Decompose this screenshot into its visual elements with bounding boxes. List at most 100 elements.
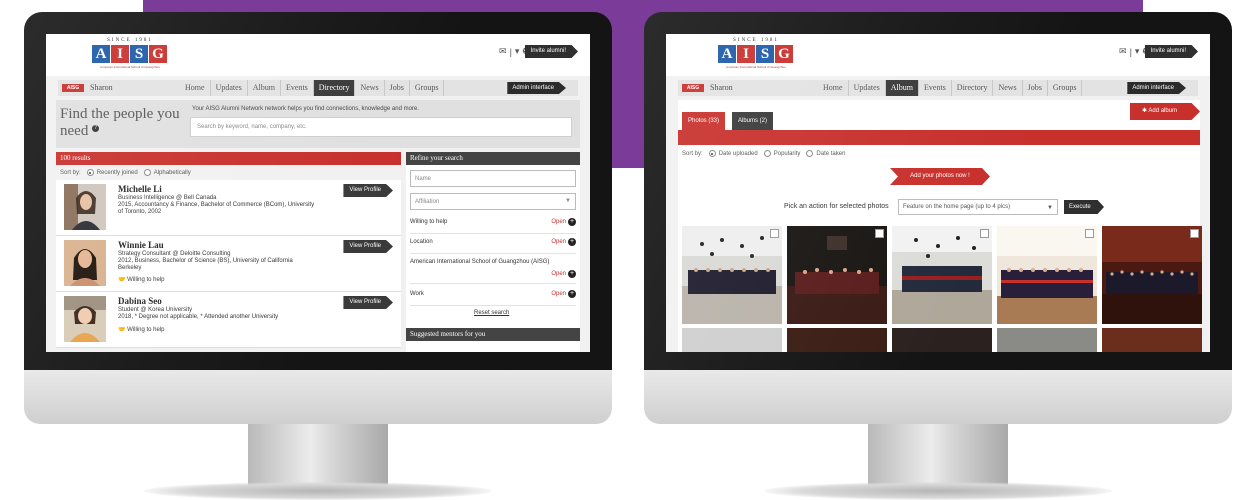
dropdown-icon[interactable]: ▾ bbox=[515, 46, 520, 57]
sort-popularity[interactable]: Popularity bbox=[763, 150, 800, 158]
nav-album[interactable]: Album bbox=[248, 80, 282, 96]
album-photo[interactable] bbox=[997, 226, 1097, 324]
profile-photo[interactable] bbox=[64, 240, 106, 286]
result-name[interactable]: Dabina Seo bbox=[118, 296, 162, 306]
filter-label: Work bbox=[410, 291, 424, 297]
dropdown-icon[interactable]: ▾ bbox=[1135, 46, 1140, 57]
radio-selected-icon bbox=[86, 169, 94, 177]
album-red-band bbox=[678, 133, 1200, 145]
mail-icon[interactable]: ✉ bbox=[1119, 46, 1127, 57]
nav-groups[interactable]: Groups bbox=[410, 80, 445, 96]
nav-album[interactable]: Album bbox=[885, 80, 920, 96]
album-photo-partial[interactable] bbox=[682, 328, 782, 352]
monitor-stand bbox=[248, 424, 388, 488]
plus-circle-icon[interactable]: + bbox=[568, 218, 576, 226]
nav-directory[interactable]: Directory bbox=[952, 80, 994, 96]
sort-date-uploaded[interactable]: Date uploaded bbox=[708, 150, 758, 158]
filter-school[interactable]: American International School of Guangzh… bbox=[410, 256, 576, 284]
monitor-album: SINCE 1981 A I S G American Internationa… bbox=[644, 12, 1232, 500]
nav-updates[interactable]: Updates bbox=[211, 80, 248, 96]
aisg-logo[interactable]: SINCE 1981 A I S G American Internationa… bbox=[90, 38, 170, 72]
album-photo[interactable] bbox=[892, 226, 992, 324]
nav-home[interactable]: Home bbox=[818, 80, 849, 96]
nav-user-name[interactable]: Sharon bbox=[710, 83, 733, 92]
logo-subtitle: American International School of Guangzh… bbox=[100, 65, 160, 69]
nav-news[interactable]: News bbox=[355, 80, 385, 96]
sort-option-label: Recently joined bbox=[96, 170, 138, 177]
nav-updates[interactable]: Updates bbox=[849, 80, 886, 96]
album-photo-partial[interactable] bbox=[892, 328, 992, 352]
profile-photo[interactable] bbox=[64, 296, 106, 342]
nav-events[interactable]: Events bbox=[919, 80, 952, 96]
nav-jobs[interactable]: Jobs bbox=[385, 80, 410, 96]
nav-user-name[interactable]: Sharon bbox=[90, 83, 113, 92]
monitor-chin bbox=[644, 370, 1232, 424]
tab-photos[interactable]: Photos (33) bbox=[682, 112, 726, 130]
view-profile-button[interactable]: View Profile bbox=[343, 184, 393, 197]
view-profile-button[interactable]: View Profile bbox=[343, 296, 393, 309]
sort-label: Sort by: bbox=[60, 170, 81, 176]
filter-open-link[interactable]: Open bbox=[551, 288, 566, 300]
name-filter-input[interactable]: Name bbox=[410, 170, 576, 187]
nav-events[interactable]: Events bbox=[281, 80, 314, 96]
add-photos-button[interactable]: Add your photos now ! bbox=[890, 168, 990, 185]
album-photo[interactable] bbox=[1102, 226, 1202, 324]
album-photo-partial[interactable] bbox=[997, 328, 1097, 352]
radio-icon bbox=[763, 150, 771, 158]
add-album-button[interactable]: ✱ Add album bbox=[1130, 103, 1200, 120]
nav-news[interactable]: News bbox=[993, 80, 1023, 96]
aisg-logo[interactable]: SINCE 1981 A I S G American Internationa… bbox=[716, 38, 796, 72]
filter-work[interactable]: Work Open + bbox=[410, 288, 576, 306]
filter-open-link[interactable]: Open bbox=[551, 268, 566, 280]
album-photo-partial[interactable] bbox=[1102, 328, 1202, 352]
logo-since: SINCE 1981 bbox=[107, 38, 153, 43]
suggested-mentors-title: Suggested mentors for you bbox=[406, 328, 580, 341]
admin-interface-button[interactable]: Admin interface bbox=[507, 82, 566, 94]
nav-home[interactable]: Home bbox=[180, 80, 211, 96]
help-icon[interactable]: ? bbox=[92, 125, 100, 132]
invite-alumni-button[interactable]: Invite alumni! bbox=[1144, 45, 1198, 58]
invite-alumni-button[interactable]: Invite alumni! bbox=[524, 45, 578, 58]
tab-albums[interactable]: Albums (2) bbox=[732, 112, 774, 130]
result-detail: Berkeley bbox=[118, 265, 142, 271]
nav-jobs[interactable]: Jobs bbox=[1023, 80, 1048, 96]
willing-label: Willing to help bbox=[127, 277, 165, 283]
affiliation-select[interactable]: Affiliation ▼ bbox=[410, 193, 576, 210]
filter-open-link[interactable]: Open bbox=[551, 236, 566, 248]
sort-date-taken[interactable]: Date taken bbox=[806, 150, 845, 158]
filter-willing-to-help[interactable]: Willing to help Open + bbox=[410, 216, 576, 234]
album-photo[interactable] bbox=[682, 226, 782, 324]
result-detail: 2015, Accountancy & Finance, Bachelor of… bbox=[118, 202, 315, 208]
result-name[interactable]: Michelle Li bbox=[118, 184, 162, 194]
filter-open-link[interactable]: Open bbox=[551, 216, 566, 228]
plus-circle-icon[interactable]: + bbox=[568, 238, 576, 246]
divider: | bbox=[1129, 46, 1132, 57]
reset-search-link[interactable]: Reset search bbox=[474, 310, 509, 316]
mail-icon[interactable]: ✉ bbox=[499, 46, 507, 57]
result-detail: Business Intelligence @ Bell Canada bbox=[118, 195, 217, 201]
plus-circle-icon[interactable]: + bbox=[568, 270, 576, 278]
view-profile-button[interactable]: View Profile bbox=[343, 240, 393, 253]
album-photo[interactable] bbox=[787, 226, 887, 324]
execute-button[interactable]: Execute bbox=[1064, 200, 1104, 214]
result-card: Winnie Lau Strategy Consultant @ Deloitt… bbox=[56, 236, 401, 292]
radio-icon bbox=[143, 169, 151, 177]
sort-option-label: Alphabetically bbox=[153, 170, 191, 177]
sort-alphabetically[interactable]: Alphabetically bbox=[143, 169, 191, 177]
admin-interface-button[interactable]: Admin interface bbox=[1127, 82, 1186, 94]
sort-recently-joined[interactable]: Recently joined bbox=[86, 169, 138, 177]
result-name[interactable]: Winnie Lau bbox=[118, 240, 164, 250]
nav-directory[interactable]: Directory bbox=[313, 80, 356, 96]
directory-search-input[interactable]: Search by keyword, name, company, etc. bbox=[190, 117, 572, 137]
filter-location[interactable]: Location Open + bbox=[410, 236, 576, 254]
profile-photo[interactable] bbox=[64, 184, 106, 230]
willing-to-help: 🤝 Willing to help bbox=[118, 326, 165, 333]
page-title: Find the people you need ? bbox=[60, 106, 180, 140]
album-photo-partial[interactable] bbox=[787, 328, 887, 352]
nav-menu: Home Updates Album Events Directory News… bbox=[818, 80, 1083, 96]
action-select[interactable]: Feature on the home page (up to 4 pics) ▼ bbox=[898, 199, 1058, 215]
plus-circle-icon[interactable]: + bbox=[568, 290, 576, 298]
nav-groups[interactable]: Groups bbox=[1048, 80, 1083, 96]
chevron-down-icon: ▼ bbox=[565, 198, 571, 204]
site-header: SINCE 1981 A I S G American Internationa… bbox=[46, 34, 590, 76]
